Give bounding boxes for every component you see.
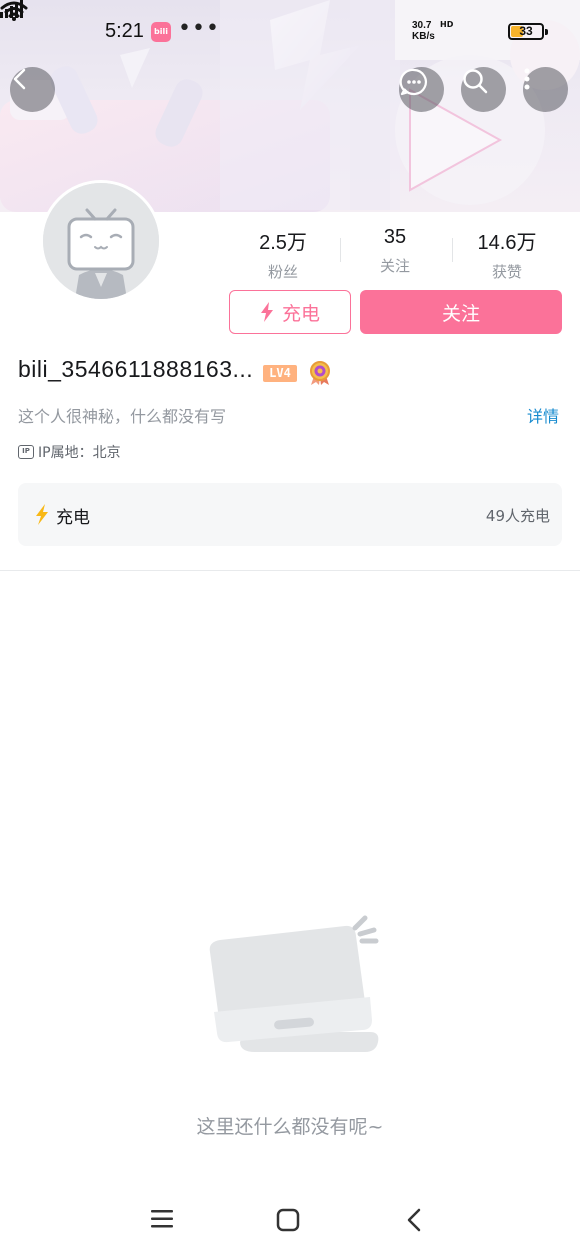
avatar[interactable] [40,180,162,302]
detail-link[interactable]: 详情 [527,403,559,427]
empty-state-message: 这里还什么都没有呢~ [196,1116,384,1138]
user-signature: 这个人很神秘，什么都没有写 [18,407,227,426]
stat-divider [340,238,341,262]
stat-following[interactable]: 35 关注 [345,226,445,276]
battery-level: 33 [519,24,533,38]
stat-fans[interactable]: 2.5万 粉丝 [233,226,333,282]
status-bar: 5:21 bili ••• 30.7 KB/s HD 33 [0,0,580,64]
empty-box-illustration [209,915,379,1052]
stat-following-value: 35 [383,226,407,248]
vertical-dots-icon [524,68,530,90]
profile-banner: 5:21 bili ••• 30.7 KB/s HD 33 [0,0,580,212]
status-time: 5:21 [105,20,144,42]
more-button[interactable] [523,67,568,112]
follow-button-label: 关注 [441,302,480,325]
network-speed-value: 30.7 [412,20,432,31]
username: bili_3546611888163... [18,356,254,382]
lightning-bolt-icon [260,302,273,322]
stat-fans-label: 粉丝 [267,263,298,281]
chat-bubble-icon [399,68,427,96]
lightning-bolt-icon [36,504,48,525]
section-divider [0,570,580,571]
more-notifications-icon: ••• [178,16,220,41]
ip-icon: IP [18,445,34,459]
stat-likes-value: 14.6万 [477,232,537,254]
back-button[interactable] [10,67,55,112]
ip-location-row: IP IP属地：北京 [18,442,121,462]
level-badge: LV4 [263,365,297,382]
charge-card-title: 充电 [56,508,90,528]
stat-following-label: 关注 [379,257,410,275]
home-square-icon[interactable] [276,1208,300,1232]
wifi-icon [0,1,28,21]
ip-location: IP属地：北京 [38,445,121,461]
charge-card-count: 49人充电 [485,507,550,525]
charge-card[interactable]: 充电 49人充电 [18,483,562,546]
medal-icon [310,361,330,385]
charge-button[interactable]: 充电 [229,290,351,334]
menu-icon[interactable] [150,1208,174,1230]
bilibili-tv-mascot-avatar [43,183,159,299]
bilibili-app-icon: bili [151,22,171,42]
stat-fans-value: 2.5万 [259,232,307,254]
stat-likes[interactable]: 14.6万 获赞 [457,226,557,282]
search-icon [463,69,488,94]
nav-back-icon[interactable] [404,1207,424,1233]
battery-icon: 33 [508,23,548,40]
message-button[interactable] [399,67,444,112]
search-button[interactable] [461,67,506,112]
network-speed-unit: KB/s [412,31,435,42]
charge-button-label: 充电 [281,302,320,325]
chevron-left-icon [13,68,26,90]
stat-likes-label: 获赞 [491,263,522,281]
network-speed: 30.7 KB/s [412,20,435,42]
follow-button[interactable]: 关注 [360,290,562,334]
hd-indicator: HD [440,20,454,29]
stat-divider [452,238,453,262]
